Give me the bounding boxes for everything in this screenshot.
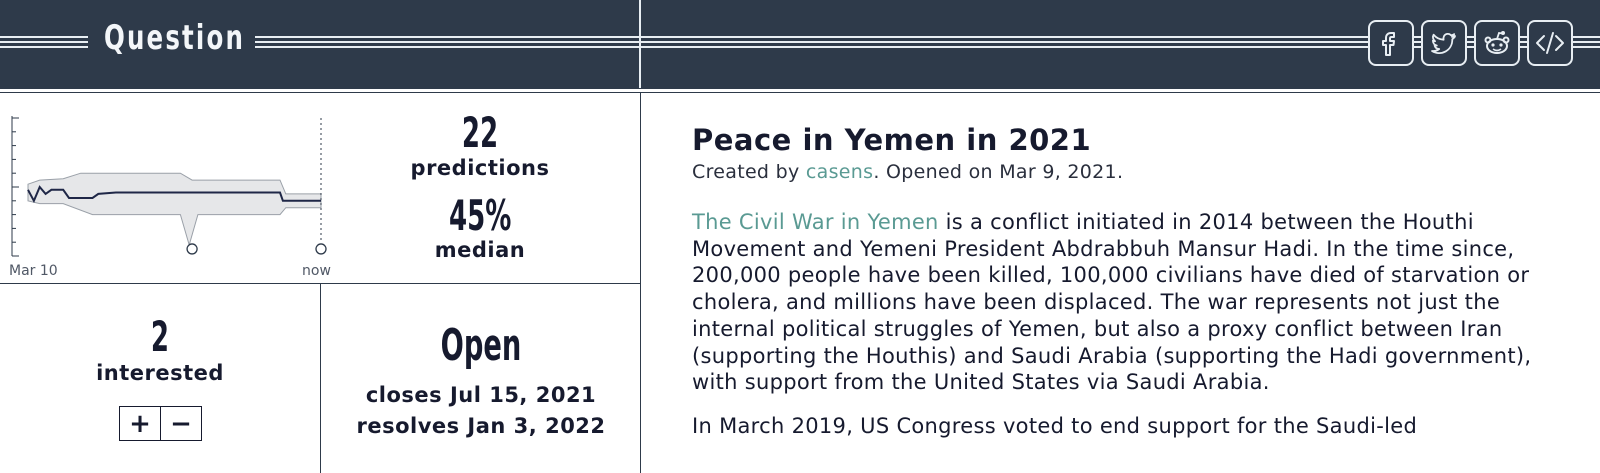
header-rule-left [0,36,88,48]
civil-war-link[interactable]: The Civil War in Yemen [692,210,939,234]
x-end-label: now [302,263,331,279]
question-title: Peace in Yemen in 2021 [692,123,1092,157]
created-suffix: . Opened on Mar 9, 2021. [873,161,1124,183]
embed-button[interactable] [1527,20,1573,66]
embed-code-icon [1536,32,1564,54]
reddit-icon [1484,31,1510,54]
interested-count: 2 [150,312,170,361]
facebook-share-button[interactable] [1368,20,1414,66]
prediction-history-chart[interactable]: Mar 10 now [0,110,340,280]
y-axis-ticks [12,117,19,257]
reddit-share-button[interactable] [1474,20,1520,66]
prediction-range-band [27,172,322,247]
page-title: Question [104,18,246,58]
description-text: is a conflict initiated in 2014 between … [692,210,1532,395]
outcome-markers [186,243,327,255]
created-prefix: Created by [692,161,806,183]
description-paragraph: The Civil War in Yemen is a conflict ini… [692,209,1572,396]
increase-interest-button[interactable]: + [120,407,161,440]
header-rule-middle [255,36,639,48]
close-date: closes Jul 15, 2021 [365,383,597,407]
predictions-label: predictions [410,156,550,180]
outcome-marker [186,243,198,255]
outcome-marker [315,243,327,255]
median-value: 45% [449,191,512,240]
question-header: Question [0,0,1600,88]
predictions-count: 22 [461,108,499,157]
description-paragraph-2: In March 2019, US Congress voted to end … [692,413,1418,438]
interest-vote-control: + − [119,406,202,441]
twitter-share-button[interactable] [1421,20,1467,66]
question-status: Open [440,320,522,371]
column-divider [640,93,641,473]
x-start-label: Mar 10 [9,263,58,279]
decrease-interest-button[interactable]: − [161,407,201,440]
median-label: median [434,238,526,262]
question-meta: Created by casens. Opened on Mar 9, 2021… [692,161,1572,183]
stats-cell-divider [320,283,321,473]
interested-label: interested [96,361,224,385]
question-article: Peace in Yemen in 2021 Created by casens… [692,121,1572,440]
twitter-icon [1431,33,1456,55]
facebook-icon [1382,32,1395,56]
author-link[interactable]: casens [806,161,873,183]
resolve-date: resolves Jan 3, 2022 [356,414,606,438]
header-bottom-rule [0,88,1600,93]
